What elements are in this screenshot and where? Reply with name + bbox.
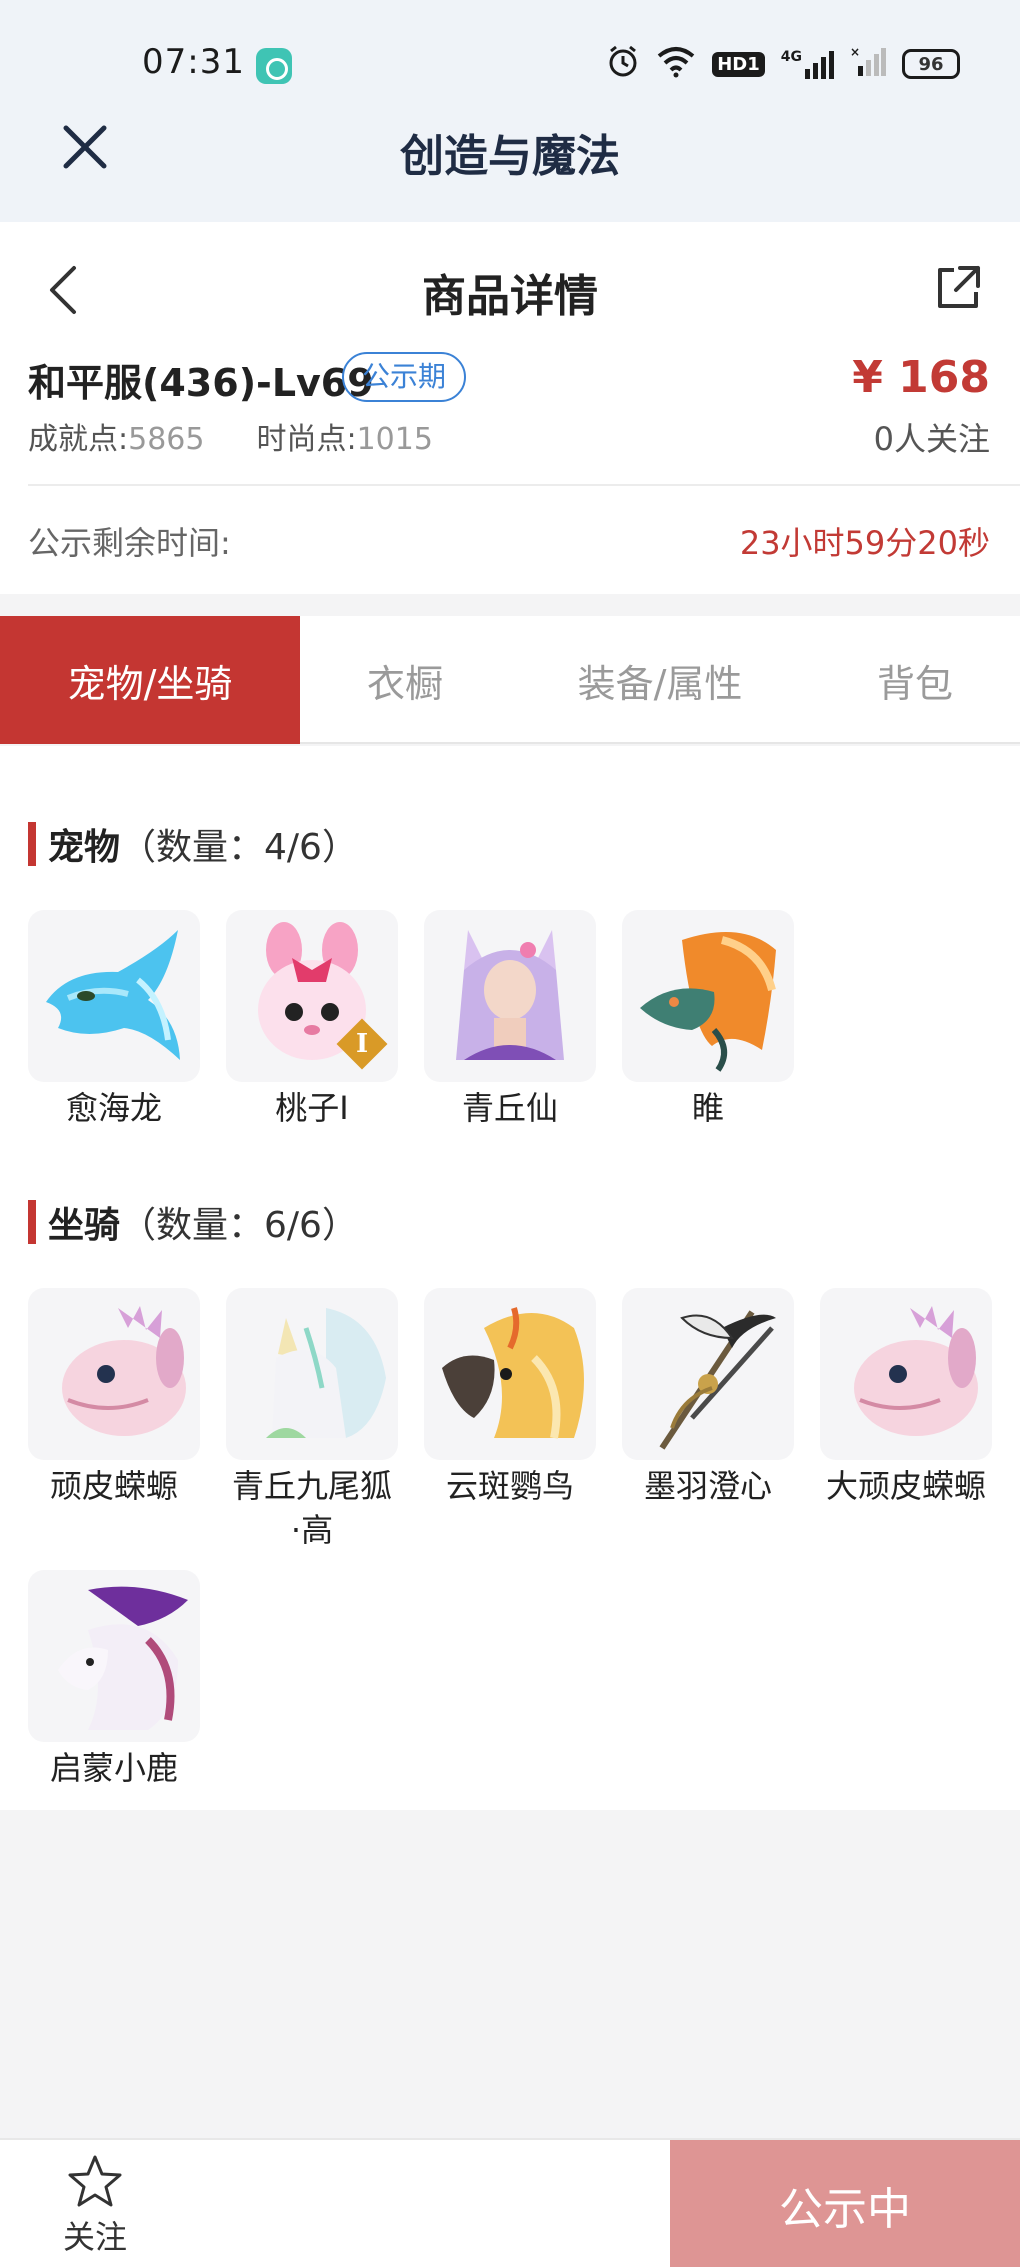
status-icons: HD1 4G × 96 (606, 44, 960, 84)
fashion-label: 时尚点: (256, 422, 357, 457)
purple-deer-icon (28, 1570, 200, 1742)
pets-count: （数量：4/6） (120, 827, 358, 868)
pets-section-title: 宠物 （数量：4/6） (28, 818, 358, 870)
price: ¥ 168 (852, 352, 990, 403)
mount-name: 启蒙小鹿 (49, 1749, 178, 1787)
pet-item[interactable]: 青丘仙 (424, 910, 596, 1130)
mount-name: 顽皮蝾螈 (49, 1467, 178, 1505)
tab-pets-mounts[interactable]: 宠物/坐骑 (0, 616, 300, 744)
timer-value: 23小时59分20秒 (739, 524, 990, 562)
mount-item[interactable]: 墨羽澄心 (622, 1288, 794, 1508)
fire-dragon-icon (622, 910, 794, 1082)
tab-bar: 宠物/坐骑 衣橱 装备/属性 背包 (0, 616, 1020, 744)
achievement-value: 5865 (128, 422, 205, 457)
pink-axolotl-icon (28, 1288, 200, 1460)
pink-axolotl-icon (820, 1288, 992, 1460)
mount-item[interactable]: 顽皮蝾螈 (28, 1288, 200, 1508)
feather-staff-icon (622, 1288, 794, 1460)
blue-sea-dragon-icon (28, 910, 200, 1082)
product-stats: 成就点:5865 时尚点:1015 (28, 414, 433, 458)
battery-icon: 96 (902, 49, 960, 79)
nine-tail-fox-icon (226, 1288, 398, 1460)
status-badge: 公示期 (342, 352, 467, 402)
product-name: 和平服(436)-Lv69 (28, 361, 374, 405)
section-marker (28, 822, 36, 866)
app-notification-icon (256, 48, 292, 84)
section-marker (28, 1200, 36, 1244)
followers-count: 0人关注 (873, 420, 990, 458)
wifi-icon (656, 44, 696, 84)
svg-text:I: I (356, 1029, 368, 1059)
signal-weak-icon: × (850, 45, 886, 82)
mount-name: 云斑鹦鸟 (445, 1467, 574, 1505)
achievement-label: 成就点: (28, 422, 129, 457)
svg-text:×: × (850, 46, 860, 59)
pet-name: 睢 (691, 1089, 724, 1127)
pet-item[interactable]: I 桃子I (226, 910, 398, 1130)
bottom-action-bar: 关注 公示中 (0, 2138, 1020, 2267)
tab-equipment[interactable]: 装备/属性 (510, 616, 810, 744)
parrot-icon (424, 1288, 596, 1460)
mount-item[interactable]: 青丘九尾狐 ·高 (226, 1288, 398, 1552)
follow-button[interactable]: 关注 (40, 2152, 150, 2262)
top-area: 07:31 HD1 4G × 96 创造与魔法 (0, 0, 1020, 222)
mount-item[interactable]: 启蒙小鹿 (28, 1570, 200, 1790)
page-title: 商品详情 (422, 271, 598, 322)
mount-item[interactable]: 云斑鹦鸟 (424, 1288, 596, 1508)
timer-label: 公示剩余时间: (28, 524, 231, 562)
mount-name-line1: 青丘九尾狐 (231, 1467, 392, 1505)
follow-label: 关注 (62, 2218, 127, 2256)
tab-wardrobe[interactable]: 衣橱 (300, 616, 510, 744)
pet-item[interactable]: 睢 (622, 910, 794, 1130)
mount-item[interactable]: 大顽皮蝾螈 (820, 1288, 992, 1508)
pet-name: 桃子I (275, 1089, 349, 1127)
network-type-label: 4G (780, 49, 802, 65)
app-title: 创造与魔法 (400, 131, 620, 182)
publicity-status-button[interactable]: 公示中 (670, 2140, 1020, 2267)
hd-icon: HD1 (712, 51, 765, 77)
pets-mounts-panel: 宠物 （数量：4/6） 愈海龙 I 桃子I 青丘仙 睢 坐骑 （数量：6/6） … (0, 746, 1020, 1810)
pet-item[interactable]: 愈海龙 (28, 910, 200, 1130)
alarm-icon (606, 44, 640, 84)
pet-name: 愈海龙 (65, 1089, 162, 1127)
tab-backpack[interactable]: 背包 (810, 616, 1020, 744)
product-header: 商品详情 和平服(436)-Lv69 公示期 ¥ 168 成就点:5865 时尚点… (0, 222, 1020, 594)
fox-fairy-icon (424, 910, 596, 1082)
status-bar: 07:31 HD1 4G × 96 (0, 0, 1020, 130)
mounts-section-title: 坐骑 （数量：6/6） (28, 1196, 358, 1248)
status-time: 07:31 (142, 42, 245, 82)
mount-name: 青丘九尾狐 ·高 (226, 1464, 398, 1552)
fashion-value: 1015 (356, 422, 433, 457)
signal-4g-icon: 4G (781, 49, 834, 79)
share-icon[interactable] (932, 262, 984, 314)
mounts-count: （数量：6/6） (120, 1205, 358, 1246)
pink-bunny-icon: I (226, 910, 398, 1082)
pets-title: 宠物 (48, 827, 121, 868)
mount-name: 大顽皮蝾螈 (825, 1467, 986, 1505)
divider (28, 484, 1020, 486)
mounts-title: 坐骑 (48, 1205, 121, 1246)
mount-name-line2: ·高 (290, 1511, 334, 1549)
mount-name: 墨羽澄心 (643, 1467, 772, 1505)
pet-name: 青丘仙 (461, 1089, 558, 1127)
